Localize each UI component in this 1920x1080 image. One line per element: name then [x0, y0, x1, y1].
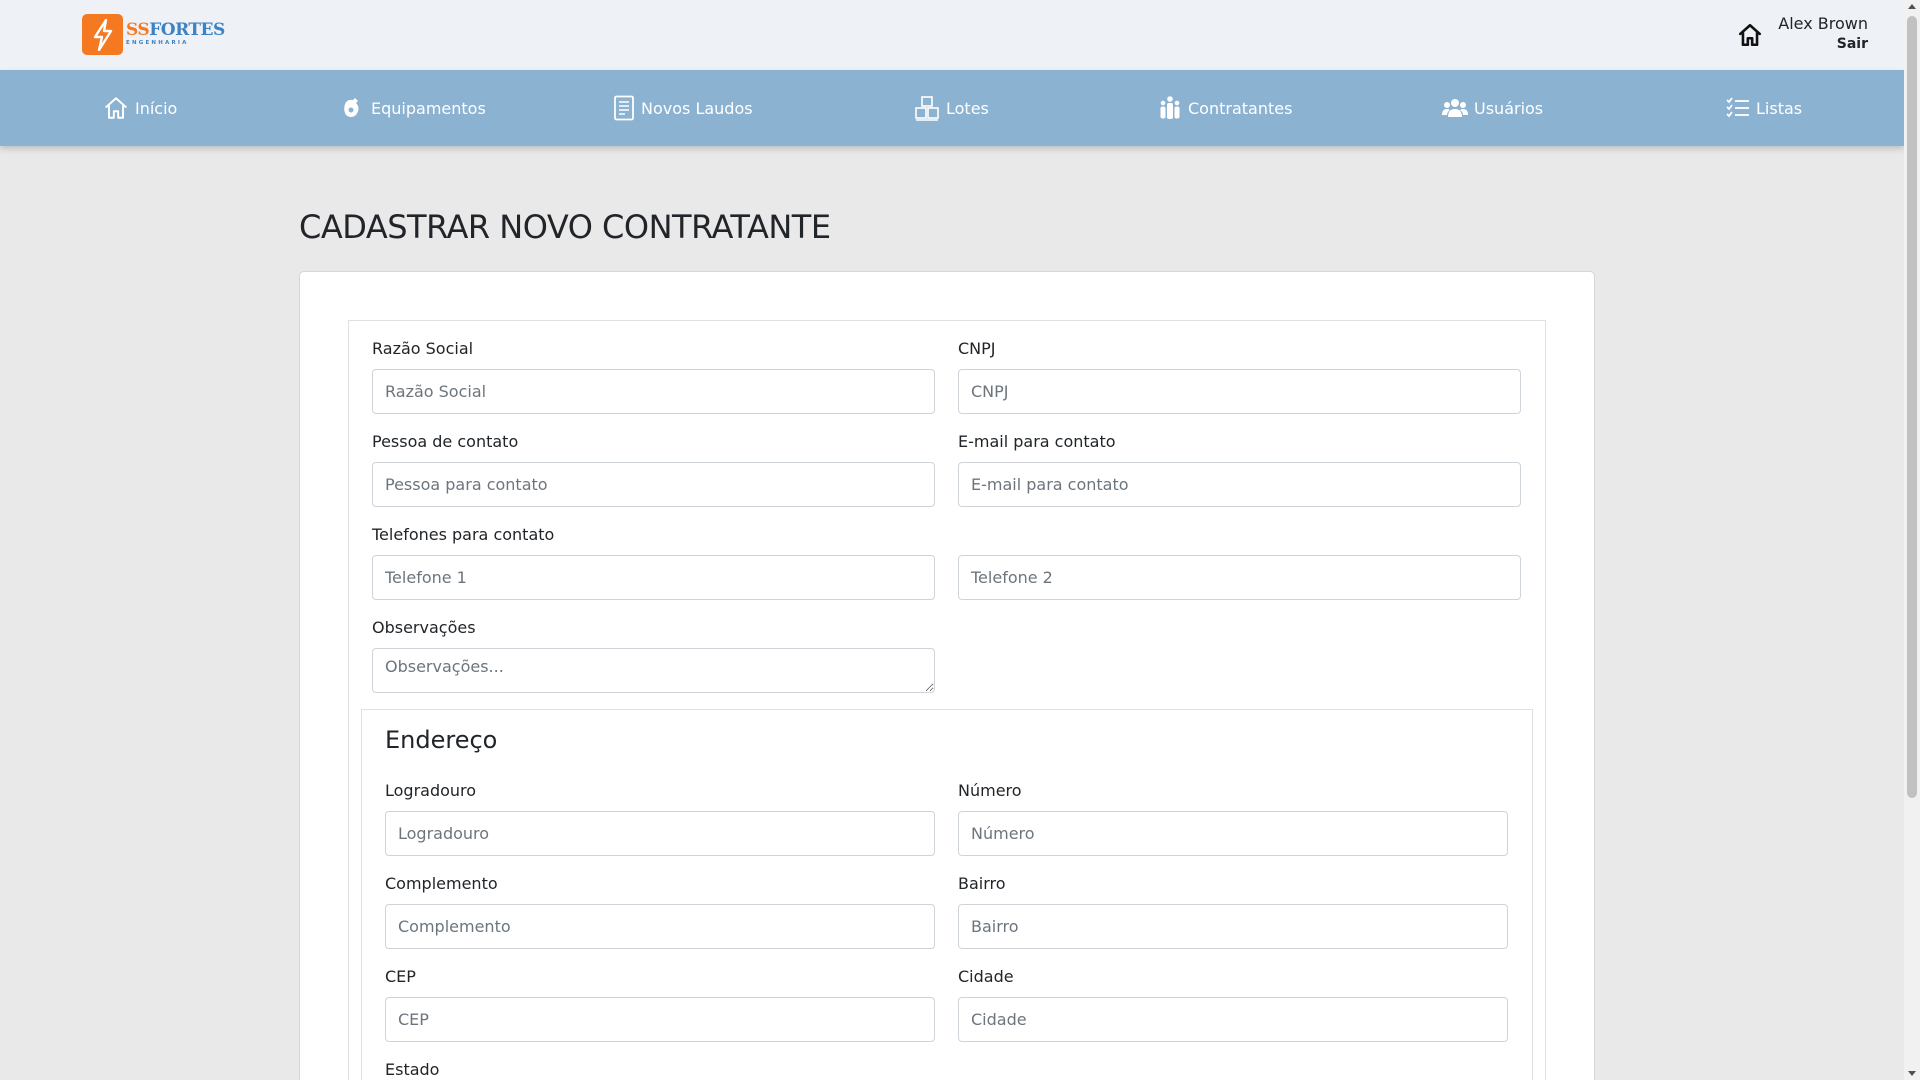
brand-name-part2: FORTES	[149, 20, 225, 41]
nav-item-listas[interactable]: Listas	[1726, 70, 1802, 146]
nav-item-equipamentos[interactable]: Equipamentos	[341, 70, 486, 146]
nav-item-usuarios[interactable]: Usuários	[1442, 70, 1543, 146]
email-contato-label: E-mail para contato	[958, 432, 1116, 451]
equipment-icon	[344, 98, 359, 117]
bairro-label: Bairro	[958, 874, 1006, 893]
scroll-thumb[interactable]	[1907, 16, 1917, 798]
report-icon	[614, 95, 634, 121]
home-icon[interactable]	[1737, 22, 1763, 48]
checklist-icon	[1726, 97, 1749, 118]
cnpj-input[interactable]	[958, 369, 1521, 414]
telefones-label: Telefones para contato	[372, 525, 555, 544]
logradouro-input[interactable]	[385, 811, 935, 856]
nav-item-contratantes[interactable]: Contratantes	[1158, 70, 1292, 146]
brand-name-part1: SS	[126, 20, 150, 41]
nav-item-lotes[interactable]: Lotes	[914, 70, 989, 146]
bairro-input[interactable]	[958, 904, 1508, 949]
nav-label: Usuários	[1474, 98, 1544, 118]
cnpj-label: CNPJ	[958, 339, 996, 358]
main-nav: Início Equipamentos Novos Laudos Lotes C…	[0, 70, 1904, 146]
observacoes-label: Observações	[372, 618, 476, 637]
scroll-up-arrow-icon[interactable]	[1908, 4, 1916, 9]
pessoa-contato-label: Pessoa de contato	[372, 432, 519, 451]
logradouro-label: Logradouro	[385, 781, 477, 800]
razao-social-label: Razão Social	[372, 339, 474, 358]
nav-item-novos-laudos[interactable]: Novos Laudos	[613, 70, 753, 146]
users-icon	[1442, 99, 1468, 117]
nav-label: Início	[135, 98, 178, 118]
complemento-label: Complemento	[385, 874, 498, 893]
observacoes-textarea[interactable]	[372, 648, 935, 693]
page-title: CADASTRAR NOVO CONTRATANTE	[299, 208, 831, 246]
nav-label: Equipamentos	[371, 98, 486, 118]
nav-label: Novos Laudos	[641, 98, 753, 118]
top-header: SSFORTES ENGENHARIA Alex Brown Sair	[0, 0, 1904, 70]
cidade-input[interactable]	[958, 997, 1508, 1042]
lightning-bolt-icon	[82, 14, 123, 55]
cep-label: CEP	[385, 967, 416, 986]
telefone-1-input[interactable]	[372, 555, 935, 600]
razao-social-input[interactable]	[372, 369, 935, 414]
complemento-input[interactable]	[385, 904, 935, 949]
nav-label: Listas	[1756, 98, 1803, 118]
logout-link[interactable]: Sair	[1778, 34, 1868, 54]
estado-label: Estado	[385, 1060, 440, 1079]
pessoa-contato-input[interactable]	[372, 462, 935, 507]
numero-input[interactable]	[958, 811, 1508, 856]
user-name: Alex Brown	[1778, 14, 1868, 33]
cidade-label: Cidade	[958, 967, 1014, 986]
address-title: Endereço	[385, 726, 498, 754]
telefone-2-input[interactable]	[958, 555, 1521, 600]
scroll-down-arrow-icon[interactable]	[1908, 1071, 1916, 1076]
user-menu: Alex Brown Sair	[1778, 14, 1868, 54]
nav-label: Lotes	[946, 98, 989, 118]
people-group-icon	[1160, 96, 1180, 119]
page-scrollbar[interactable]	[1904, 0, 1920, 1080]
brand-subtitle: ENGENHARIA	[126, 40, 189, 47]
email-contato-input[interactable]	[958, 462, 1521, 507]
brand-logo[interactable]: SSFORTES ENGENHARIA	[82, 14, 225, 55]
boxes-icon	[915, 96, 939, 121]
home-outline-icon	[105, 97, 127, 119]
numero-label: Número	[958, 781, 1022, 800]
nav-item-inicio[interactable]: Início	[103, 70, 177, 146]
nav-label: Contratantes	[1188, 98, 1293, 118]
cep-input[interactable]	[385, 997, 935, 1042]
brand-wordmark: SSFORTES ENGENHARIA	[126, 22, 225, 47]
